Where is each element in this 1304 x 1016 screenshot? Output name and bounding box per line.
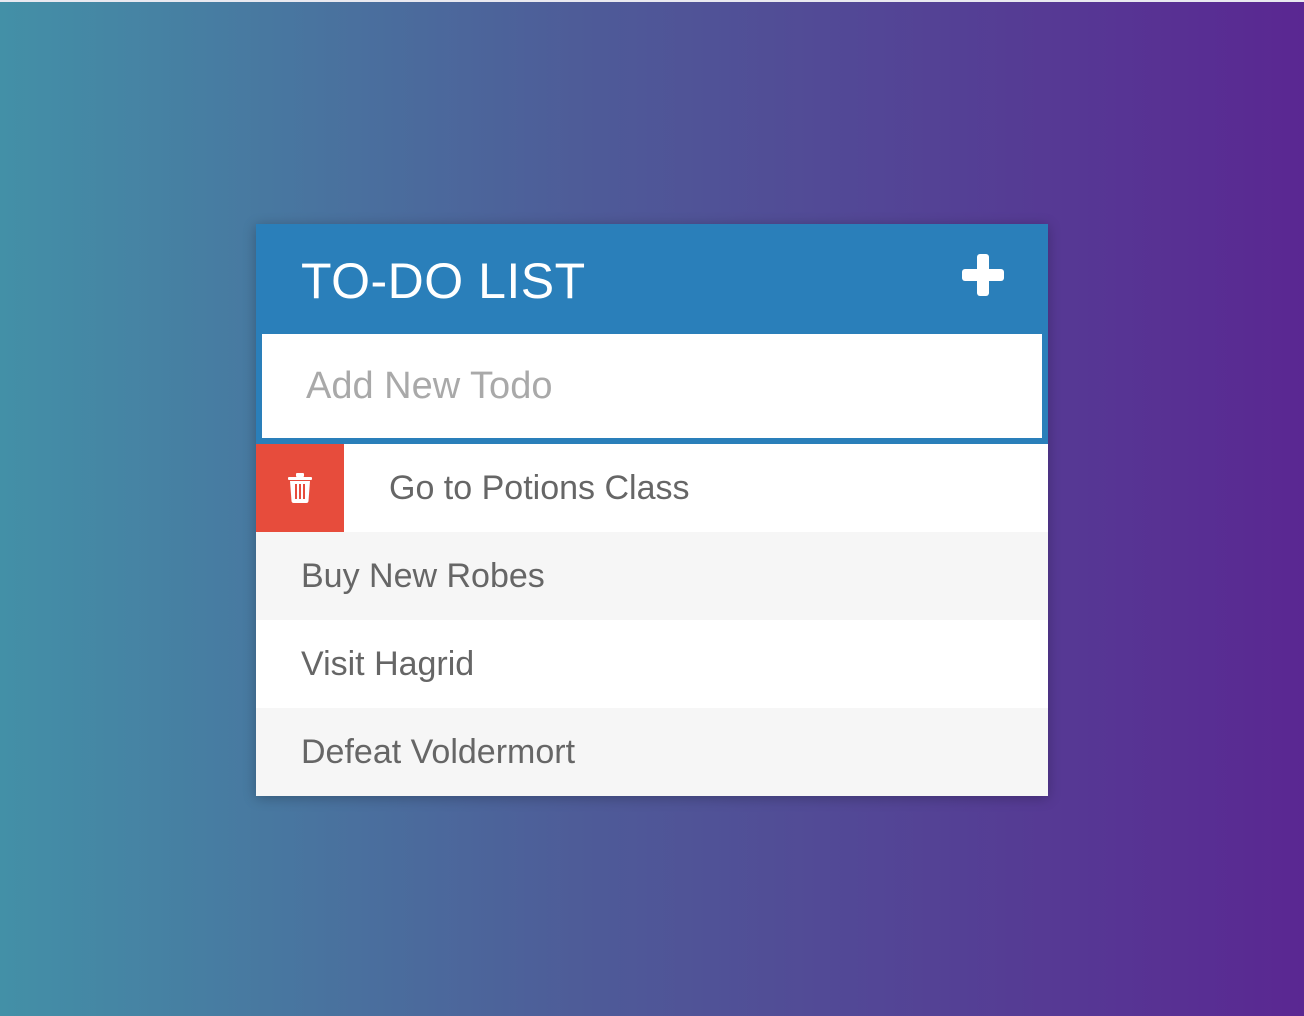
- plus-icon[interactable]: [962, 254, 1004, 296]
- input-wrapper: [256, 334, 1048, 444]
- todo-text: Visit Hagrid: [301, 644, 475, 683]
- todo-header: TO-DO LIST: [256, 224, 1048, 334]
- todo-text: Go to Potions Class: [389, 468, 690, 507]
- todo-item[interactable]: Go to Potions Class: [256, 444, 1048, 532]
- todo-card: TO-DO LIST Go to Potions Class Buy New R…: [256, 224, 1048, 796]
- todo-text: Buy New Robes: [301, 556, 545, 595]
- todo-item[interactable]: Buy New Robes: [256, 532, 1048, 620]
- page-title: TO-DO LIST: [301, 253, 586, 309]
- todo-list: Go to Potions Class Buy New Robes Visit …: [256, 444, 1048, 796]
- add-todo-input[interactable]: [262, 334, 1042, 438]
- todo-text: Defeat Voldermort: [301, 732, 576, 771]
- todo-item[interactable]: Visit Hagrid: [256, 620, 1048, 708]
- delete-button[interactable]: [256, 444, 344, 532]
- trash-icon: [288, 473, 312, 503]
- todo-item[interactable]: Defeat Voldermort: [256, 708, 1048, 796]
